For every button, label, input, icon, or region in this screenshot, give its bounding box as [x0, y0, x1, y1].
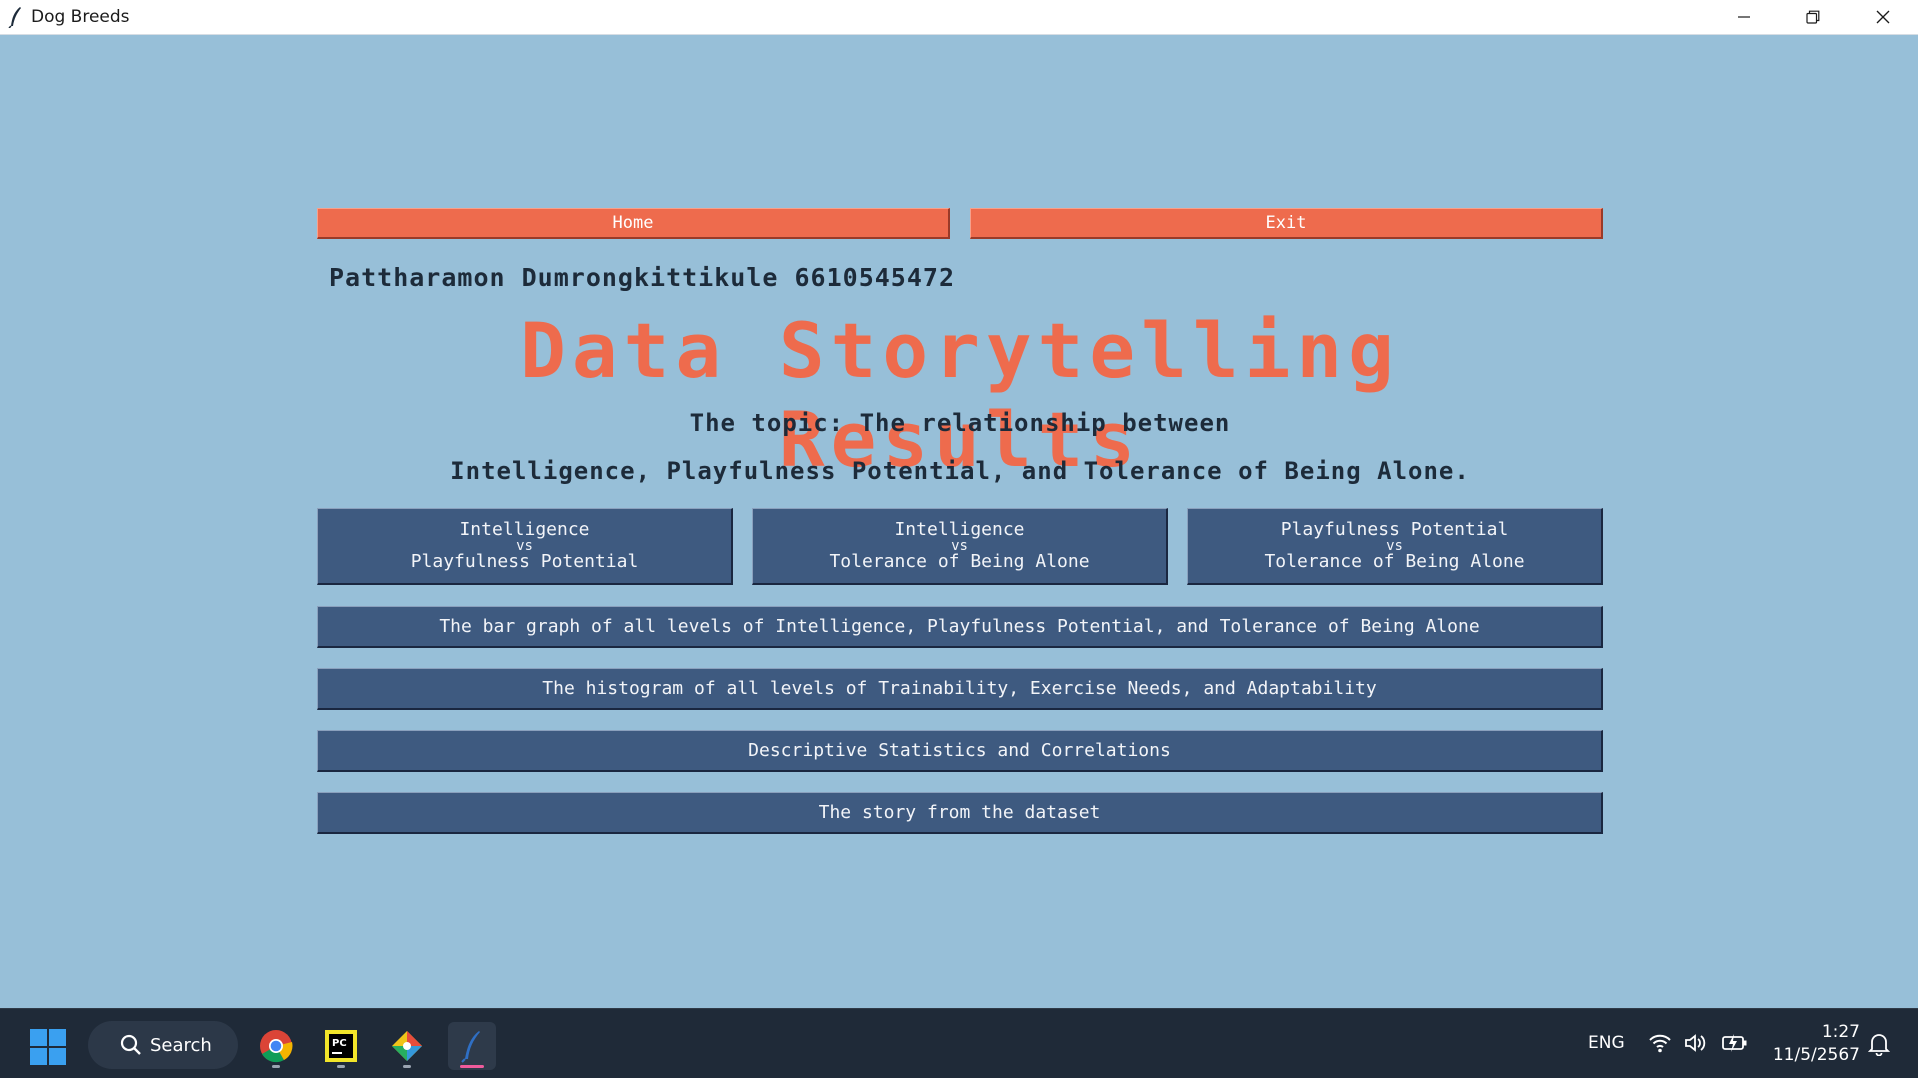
button-label-b: Tolerance of Being Alone — [829, 551, 1090, 572]
minimize-icon — [1738, 16, 1750, 18]
restore-button[interactable] — [1778, 0, 1848, 34]
search-icon — [120, 1034, 141, 1055]
pycharm-taskbar-button[interactable]: PC — [317, 1022, 365, 1070]
notification-bell-icon[interactable] — [1868, 1032, 1890, 1056]
clock-date: 11/5/2567 — [1772, 1045, 1860, 1065]
git-icon — [392, 1031, 422, 1061]
topic-line-2: Intelligence, Playfulness Potential, and… — [450, 457, 1470, 485]
svg-text:PC: PC — [332, 1038, 347, 1049]
button-label-a: Playfulness Potential — [1280, 519, 1509, 540]
running-indicator — [337, 1065, 345, 1068]
window-title-bar: Dog Breeds — [0, 0, 1918, 35]
chrome-icon — [260, 1030, 293, 1063]
pycharm-icon: PC — [325, 1030, 357, 1062]
bar-graph-button[interactable]: The bar graph of all levels of Intellige… — [317, 606, 1603, 648]
home-button[interactable]: Home — [317, 208, 950, 239]
button-label-a: Intelligence — [459, 519, 590, 540]
taskbar: Search PC ENG 1:27 11/5/2567 — [0, 1008, 1918, 1078]
active-indicator — [460, 1065, 484, 1068]
close-icon — [1876, 10, 1890, 24]
button-label-b: Tolerance of Being Alone — [1264, 551, 1525, 572]
clock-time: 1:27 — [1821, 1022, 1860, 1042]
clock[interactable]: 1:27 11/5/2567 — [1760, 1021, 1860, 1067]
story-button[interactable]: The story from the dataset — [317, 792, 1603, 834]
button-label-a: Intelligence — [894, 519, 1025, 540]
language-indicator[interactable]: ENG — [1588, 1033, 1625, 1053]
close-button[interactable] — [1848, 0, 1918, 34]
topic-line-1: The topic: The relationship between — [689, 409, 1231, 437]
minimize-button[interactable] — [1709, 0, 1779, 34]
python-feather-icon — [461, 1031, 480, 1063]
windows-start-icon[interactable] — [30, 1029, 66, 1065]
button-label-b: Playfulness Potential — [410, 551, 639, 572]
search-label: Search — [150, 1034, 212, 1056]
battery-icon[interactable] — [1722, 1032, 1748, 1054]
running-indicator — [403, 1065, 411, 1068]
feather-app-icon — [8, 7, 21, 28]
author-label: Pattharamon Dumrongkittikule 6610545472 — [329, 263, 955, 292]
intelligence-vs-playfulness-button[interactable]: Intelligence vs Playfulness Potential — [317, 508, 733, 585]
wifi-icon[interactable] — [1648, 1033, 1672, 1053]
window-title: Dog Breeds — [31, 7, 130, 27]
taskbar-search-box[interactable]: Search — [88, 1021, 238, 1069]
intelligence-vs-tolerance-button[interactable]: Intelligence vs Tolerance of Being Alone — [752, 508, 1168, 585]
chrome-taskbar-button[interactable] — [252, 1022, 300, 1070]
volume-icon[interactable] — [1684, 1033, 1708, 1053]
git-taskbar-button[interactable] — [383, 1022, 431, 1070]
playfulness-vs-tolerance-button[interactable]: Playfulness Potential vs Tolerance of Be… — [1187, 508, 1603, 585]
exit-button[interactable]: Exit — [970, 208, 1603, 239]
histogram-button[interactable]: The histogram of all levels of Trainabil… — [317, 668, 1603, 710]
python-taskbar-button[interactable] — [448, 1022, 496, 1070]
descriptive-statistics-button[interactable]: Descriptive Statistics and Correlations — [317, 730, 1603, 772]
restore-icon — [1806, 10, 1820, 24]
running-indicator — [272, 1065, 280, 1068]
